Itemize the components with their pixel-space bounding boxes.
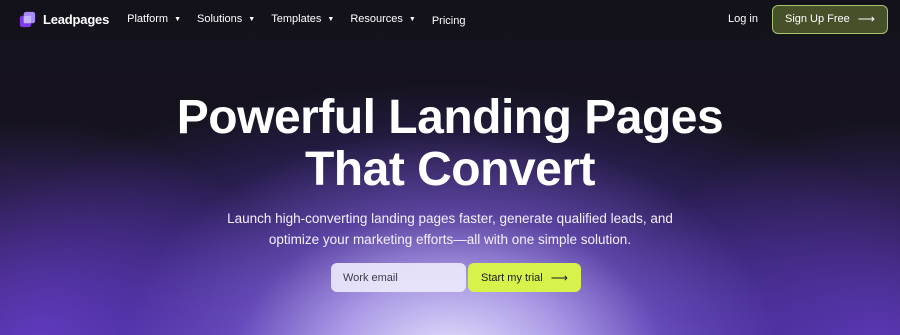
- nav-item-label: Templates: [271, 13, 322, 25]
- nav-item-resources[interactable]: Resources ▼: [350, 13, 416, 25]
- nav-item-templates[interactable]: Templates ▼: [271, 13, 334, 25]
- arrow-right-icon: ⟶: [857, 12, 875, 26]
- caret-down-icon: ▼: [408, 16, 416, 23]
- nav-item-pricing[interactable]: Pricing: [432, 15, 466, 27]
- signup-button[interactable]: Sign Up Free ⟶: [771, 4, 888, 34]
- caret-down-icon: ▼: [327, 16, 335, 23]
- nav-item-label: Solutions: [197, 13, 243, 25]
- subtitle-line-2: optimize your marketing efforts—all with…: [268, 232, 632, 247]
- work-email-input[interactable]: [331, 263, 466, 292]
- nav-item-solutions[interactable]: Solutions ▼: [197, 13, 255, 25]
- caret-down-icon: ▼: [248, 16, 256, 23]
- caret-down-icon: ▼: [174, 16, 182, 23]
- logo[interactable]: Leadpages: [18, 10, 109, 29]
- headline-line-1: Powerful Landing Pages: [176, 91, 724, 144]
- signup-form: Start my trial ⟶: [331, 263, 581, 292]
- nav-actions: Log in Sign Up Free ⟶: [728, 4, 888, 34]
- nav-item-platform[interactable]: Platform ▼: [127, 13, 181, 25]
- brand-name: Leadpages: [43, 11, 110, 27]
- nav-menu: Platform ▼ Solutions ▼ Templates ▼ Resou…: [127, 12, 481, 27]
- leadpages-logo-icon: [18, 10, 37, 29]
- hero-headline: Powerful Landing Pages That Convert: [0, 92, 900, 196]
- login-link[interactable]: Log in: [728, 13, 758, 25]
- arrow-right-icon: ⟶: [550, 270, 568, 285]
- top-nav: Leadpages Platform ▼ Solutions ▼ Templat…: [0, 0, 900, 38]
- start-trial-button[interactable]: Start my trial ⟶: [468, 263, 581, 292]
- headline-line-2: That Convert: [304, 143, 596, 196]
- signup-label: Sign Up Free: [784, 13, 850, 25]
- nav-item-label: Platform: [127, 13, 169, 25]
- hero-subtitle: Launch high-converting landing pages fas…: [0, 208, 900, 250]
- start-trial-label: Start my trial: [481, 271, 543, 284]
- subtitle-line-1: Launch high-converting landing pages fas…: [227, 211, 673, 226]
- nav-item-label: Resources: [350, 13, 403, 25]
- nav-item-label: Pricing: [431, 14, 466, 27]
